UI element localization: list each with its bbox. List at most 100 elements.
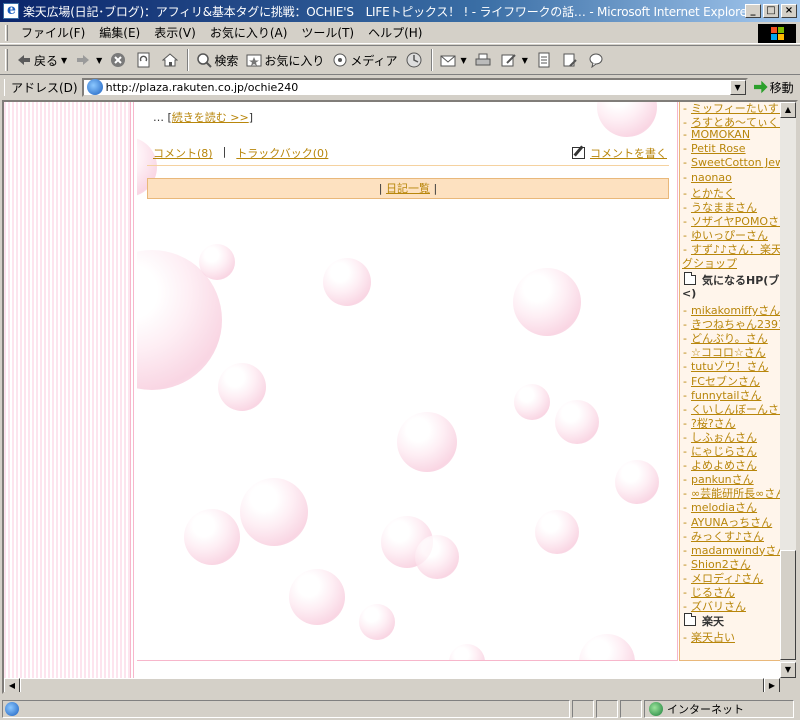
write-comment-link[interactable]: コメントを書く bbox=[590, 145, 667, 161]
toolbar-grip[interactable] bbox=[5, 49, 8, 71]
close-button[interactable]: × bbox=[781, 4, 797, 18]
sidebar-link[interactable]: mikakomiffyさん bbox=[691, 304, 780, 317]
sidebar-link[interactable]: しふぉんさん bbox=[691, 431, 757, 444]
sidebar-link[interactable]: ろすとあ～てぃくる bbox=[691, 116, 780, 129]
sidebar-link[interactable]: funnytailさん bbox=[691, 389, 761, 402]
forward-button[interactable]: ▼ bbox=[71, 48, 106, 72]
sidebar-link[interactable]: AYUNAっちさん bbox=[691, 516, 772, 529]
menu-help[interactable]: ヘルプ(H) bbox=[361, 24, 429, 41]
refresh-button[interactable] bbox=[132, 48, 158, 72]
scroll-up-button[interactable]: ▲ bbox=[780, 102, 796, 118]
address-dropdown-button[interactable]: ▼ bbox=[729, 79, 746, 95]
sidebar-link-item[interactable]: -SweetCotton Jewel bbox=[680, 156, 780, 169]
sidebar-link[interactable]: Shion2さん bbox=[691, 558, 751, 571]
favorites-button[interactable]: お気に入り bbox=[242, 48, 328, 72]
discuss-button[interactable] bbox=[532, 48, 558, 72]
sidebar-link-item[interactable]: - Petit Rose bbox=[680, 142, 746, 155]
sidebar-link[interactable]: FCセブンさん bbox=[691, 375, 760, 388]
sidebar-link[interactable]: ミッフィーたいすき bbox=[691, 102, 780, 115]
sidebar-link[interactable]: tutuゾウ！さん bbox=[691, 360, 769, 373]
sidebar-link-item[interactable]: - ズバリさん bbox=[680, 598, 746, 614]
mail-icon bbox=[440, 52, 456, 68]
address-url[interactable]: http://plaza.rakuten.co.jp/ochie240 bbox=[106, 81, 730, 94]
sidebar-link[interactable]: よめよめさん bbox=[691, 459, 757, 472]
margin-border bbox=[130, 102, 134, 678]
sidebar-link-item[interactable]: - MOMOKAN bbox=[680, 128, 750, 141]
stop-button[interactable] bbox=[106, 48, 132, 72]
sidebar-link[interactable]: Petit Rose bbox=[691, 142, 746, 155]
sidebar-link[interactable]: ☆ココロ☆さん bbox=[691, 346, 766, 359]
menu-favorites[interactable]: お気に入り(A) bbox=[203, 24, 295, 41]
menu-grip[interactable] bbox=[5, 24, 8, 41]
back-dropdown-icon[interactable]: ▼ bbox=[61, 56, 67, 65]
vertical-scroll-thumb[interactable] bbox=[780, 550, 796, 660]
maximize-button[interactable]: □ bbox=[763, 4, 779, 18]
list-dash: - bbox=[683, 631, 687, 644]
trackback-link[interactable]: トラックバック(0) bbox=[236, 145, 328, 161]
back-button[interactable]: 戻る ▼ bbox=[12, 48, 71, 72]
forward-dropdown-icon[interactable]: ▼ bbox=[96, 56, 102, 65]
menu-tools[interactable]: ツール(T) bbox=[294, 24, 361, 41]
sidebar-link[interactable]: くいしんぼーんさん bbox=[691, 403, 780, 416]
sidebar-link[interactable]: じるさん bbox=[691, 586, 735, 599]
edit-button[interactable]: ▼ bbox=[497, 48, 532, 72]
sidebar-link[interactable]: ∞芸能研所長∞さん bbox=[691, 487, 780, 500]
horizontal-scroll-thumb[interactable] bbox=[20, 678, 764, 692]
sidebar-link[interactable]: ?桜?さん bbox=[691, 417, 736, 430]
mail-button[interactable]: ▼ bbox=[436, 48, 471, 72]
diary-list-link[interactable]: 日記一覧 bbox=[386, 182, 430, 195]
media-button[interactable]: メディア bbox=[328, 48, 401, 72]
forward-arrow-icon bbox=[75, 52, 91, 68]
scroll-right-button[interactable]: ▶ bbox=[764, 678, 780, 692]
sidebar-link[interactable]: メロディ♪さん bbox=[691, 572, 763, 585]
sidebar-link[interactable]: ゆいっぴーさん bbox=[691, 229, 768, 242]
menu-file[interactable]: ファイル(F) bbox=[14, 24, 92, 41]
go-button[interactable]: 移動 bbox=[753, 79, 794, 96]
pipe-separator: | bbox=[222, 145, 227, 158]
research-button[interactable] bbox=[558, 48, 584, 72]
search-button[interactable]: 検索 bbox=[192, 48, 242, 72]
sidebar-link[interactable]: みっくす♪さん bbox=[691, 530, 764, 543]
sidebar-link[interactable]: naonao bbox=[691, 171, 732, 184]
address-input[interactable]: http://plaza.rakuten.co.jp/ochie240 ▼ bbox=[81, 77, 748, 97]
sidebar-link[interactable]: うなままさん bbox=[691, 201, 757, 214]
history-button[interactable] bbox=[402, 48, 428, 72]
sidebar-link[interactable]: melodiaさん bbox=[691, 501, 757, 514]
sidebar-link[interactable]: 楽天占い bbox=[691, 631, 735, 644]
minimize-button[interactable]: _ bbox=[745, 4, 761, 18]
bubble-decoration bbox=[597, 102, 657, 137]
sidebar-link[interactable]: MOMOKAN bbox=[691, 128, 750, 141]
horizontal-scrollbar[interactable]: ◀ ▶ bbox=[4, 678, 780, 692]
sidebar-link[interactable]: madamwindyさん bbox=[691, 544, 780, 557]
sidebar-link[interactable]: SweetCotton Jewel bbox=[691, 156, 780, 169]
list-dash: - bbox=[683, 374, 687, 388]
edit-dropdown-icon[interactable]: ▼ bbox=[522, 56, 528, 65]
sidebar-link[interactable]: きつねちゃん2391さ bbox=[691, 318, 780, 331]
entry-actions: コメント(8) | トラックバック(0) コメントを書く bbox=[153, 145, 667, 161]
sidebar-link[interactable]: ズバリさん bbox=[691, 600, 746, 613]
sidebar-link[interactable]: ソザイヤPOMOさん bbox=[691, 215, 780, 228]
sidebar-link-item[interactable]: - naonao bbox=[680, 171, 732, 184]
ie-app-icon[interactable] bbox=[3, 2, 19, 19]
messenger-button[interactable] bbox=[584, 48, 610, 72]
sidebar-continued-text[interactable]: グショップ bbox=[682, 255, 737, 271]
page-viewport[interactable]: … [続きを読む >>] コメント(8) | トラックバック(0) コメントを書… bbox=[2, 100, 798, 694]
window-title-bar[interactable]: 楽天広場(日記･ブログ)：アフィリ&基本タグに挑戦：OCHIE'S LIFEトピ… bbox=[0, 0, 800, 22]
vertical-scrollbar[interactable]: ▲ ▼ bbox=[780, 102, 796, 678]
read-more-link[interactable]: 続きを読む >> bbox=[172, 111, 249, 124]
menu-view[interactable]: 表示(V) bbox=[147, 24, 203, 41]
comments-link[interactable]: コメント(8) bbox=[153, 145, 213, 161]
sidebar-link[interactable]: どんぶり。さん bbox=[691, 332, 768, 345]
list-dash: - bbox=[683, 304, 687, 317]
menu-edit[interactable]: 編集(E) bbox=[92, 24, 147, 41]
home-button[interactable] bbox=[158, 48, 184, 72]
print-button[interactable] bbox=[471, 48, 497, 72]
sidebar-link[interactable]: とかたく bbox=[691, 187, 735, 200]
sidebar-link[interactable]: pankunさん bbox=[691, 473, 754, 486]
scroll-down-button[interactable]: ▼ bbox=[780, 662, 796, 678]
sidebar-link[interactable]: にゃじらさん bbox=[691, 445, 757, 458]
list-dash: - bbox=[683, 346, 687, 360]
scroll-left-button[interactable]: ◀ bbox=[4, 678, 20, 692]
sidebar-link-item[interactable]: - 楽天占い bbox=[680, 629, 735, 645]
mail-dropdown-icon[interactable]: ▼ bbox=[461, 56, 467, 65]
